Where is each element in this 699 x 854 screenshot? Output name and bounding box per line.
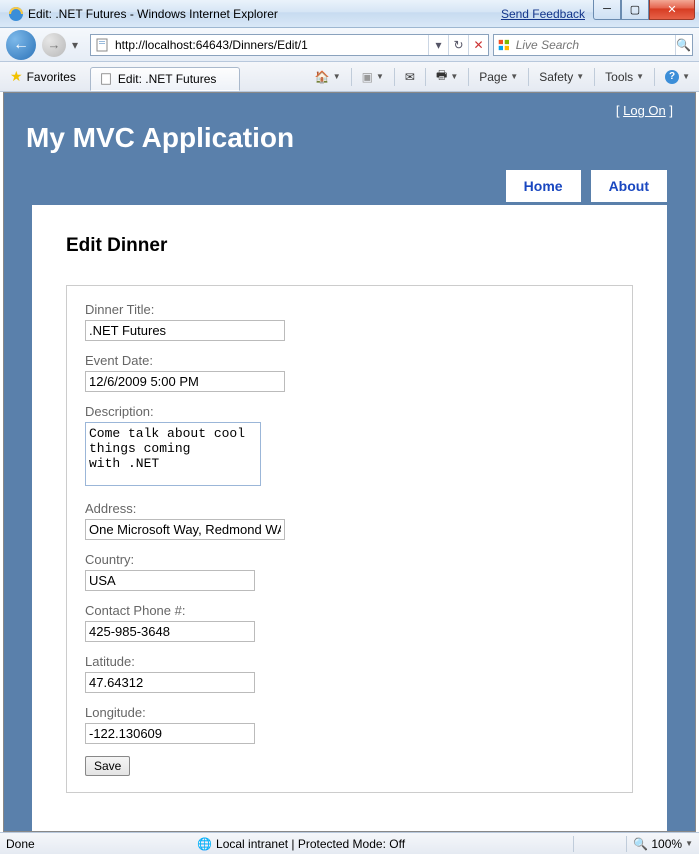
app-title: My MVC Application [26,122,673,154]
page-icon [99,72,113,86]
favorites-label: Favorites [27,70,76,84]
input-address[interactable] [85,519,285,540]
mail-button[interactable]: ✉ [400,67,420,87]
zoom-icon: 🔍 [633,837,648,851]
save-button[interactable]: Save [85,756,130,776]
browser-toolbar: ★ Favorites Edit: .NET Futures 🏠▼ ▣▼ ✉ 🖶… [0,62,699,92]
refresh-button[interactable]: ↻ [448,35,468,55]
address-dropdown[interactable]: ▾ [428,35,448,55]
search-input[interactable] [514,37,675,53]
status-text: Done [6,837,35,851]
label-address: Address: [85,501,614,516]
window-maximize-button[interactable]: ▢ [621,0,649,20]
tools-menu-button[interactable]: Tools▼ [600,67,649,87]
stop-button[interactable]: ✕ [468,35,488,55]
browser-tab[interactable]: Edit: .NET Futures [90,67,240,91]
window-close-button[interactable]: ✕ [649,0,695,20]
print-icon: 🖶 [436,66,447,87]
help-icon: ? [665,70,679,84]
page-viewport: [ Log On ] My MVC Application Home About… [3,92,696,832]
tab-label: Edit: .NET Futures [118,72,216,86]
input-country[interactable] [85,570,255,591]
address-input[interactable] [113,36,428,54]
rss-icon: ▣ [362,70,373,84]
ie-logo-icon [8,6,24,22]
nav-history-dropdown[interactable]: ▾ [72,38,84,52]
favorites-button[interactable]: ★ Favorites [4,66,82,87]
label-country: Country: [85,552,614,567]
tab-about[interactable]: About [591,170,667,202]
home-icon: 🏠 [315,70,330,84]
page-icon [94,37,110,53]
chevron-down-icon: ▼ [685,839,693,848]
input-description[interactable] [85,422,261,486]
address-bar[interactable]: ▾ ↻ ✕ [90,34,489,56]
label-phone: Contact Phone #: [85,603,614,618]
label-longitude: Longitude: [85,705,614,720]
window-title: Edit: .NET Futures - Windows Internet Ex… [28,7,278,21]
input-date[interactable] [85,371,285,392]
label-date: Event Date: [85,353,614,368]
mail-icon: ✉ [405,70,415,84]
safety-menu-button[interactable]: Safety▼ [534,67,589,87]
print-button[interactable]: 🖶▼ [431,63,463,90]
status-zone: Local intranet | Protected Mode: Off [216,837,405,851]
logon-link[interactable]: Log On [623,103,666,118]
nav-forward-button[interactable]: → [42,33,66,57]
window-titlebar: Edit: .NET Futures - Windows Internet Ex… [0,0,699,28]
search-button[interactable]: 🔍 [675,35,692,55]
zoom-control[interactable]: 🔍 100% ▼ [633,837,693,851]
input-title[interactable] [85,320,285,341]
input-longitude[interactable] [85,723,255,744]
tab-home[interactable]: Home [506,170,581,202]
content-card: Edit Dinner Dinner Title: Event Date: De… [32,205,667,831]
search-provider-icon [497,37,511,53]
send-feedback-link[interactable]: Send Feedback [501,7,585,21]
page-menu-button[interactable]: Page▼ [474,67,523,87]
nav-back-button[interactable]: ← [6,30,36,60]
feeds-button[interactable]: ▣▼ [357,67,389,87]
input-phone[interactable] [85,621,255,642]
home-button[interactable]: 🏠▼ [310,67,346,87]
label-title: Dinner Title: [85,302,614,317]
edit-form: Dinner Title: Event Date: Description: A… [66,285,633,793]
zoom-value: 100% [651,837,682,851]
window-minimize-button[interactable]: ─ [593,0,621,20]
globe-icon: 🌐 [197,837,212,851]
status-bar: Done 🌐 Local intranet | Protected Mode: … [0,832,699,854]
logon-bar: [ Log On ] [26,103,673,118]
page-heading: Edit Dinner [66,235,633,257]
input-latitude[interactable] [85,672,255,693]
browser-navbar: ← → ▾ ▾ ↻ ✕ 🔍 [0,28,699,62]
help-button[interactable]: ?▼ [660,67,695,87]
search-bar[interactable]: 🔍 [493,34,693,56]
label-latitude: Latitude: [85,654,614,669]
label-description: Description: [85,404,614,419]
star-icon: ★ [10,68,23,85]
